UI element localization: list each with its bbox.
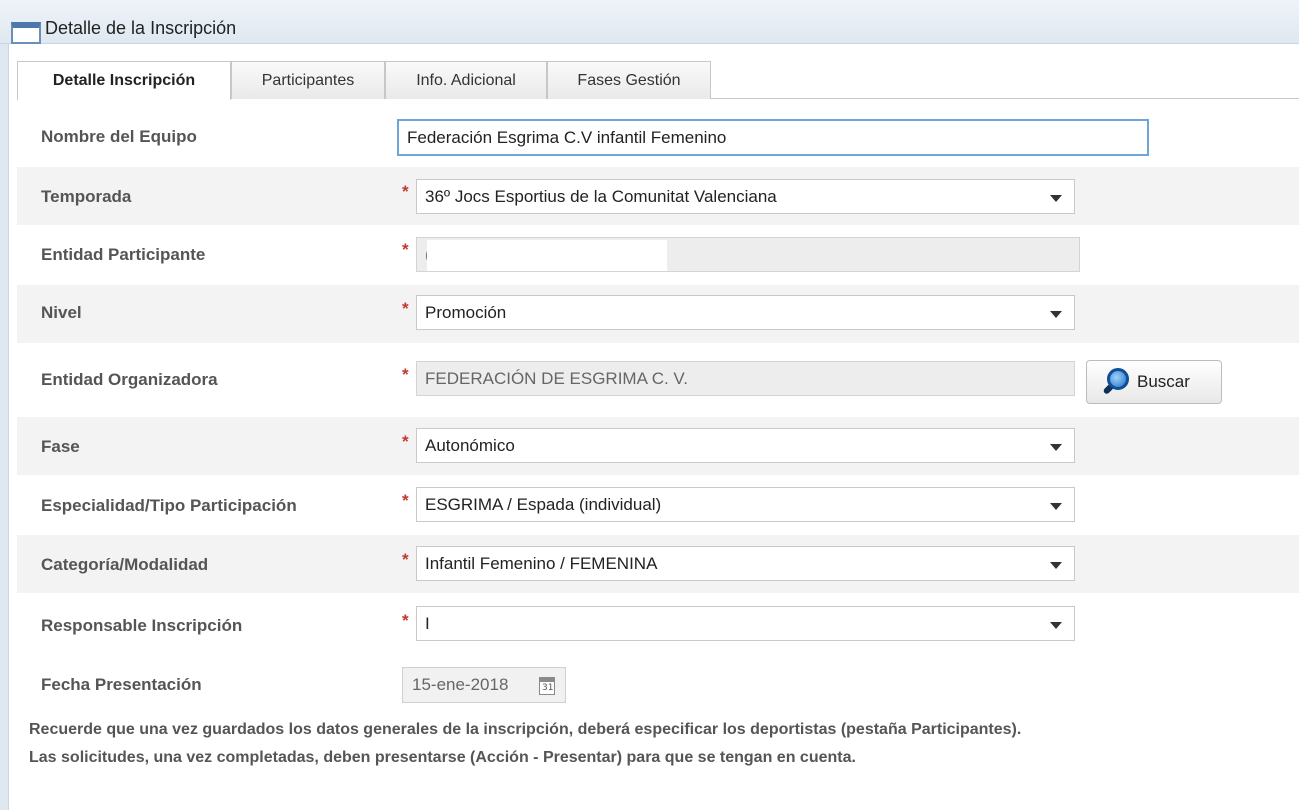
required-mark: * <box>402 611 409 630</box>
label-especialidad: Especialidad/Tipo Participación <box>41 496 297 515</box>
required-mark: * <box>402 491 409 510</box>
entidad-participante-field: ( <box>416 237 1080 272</box>
buscar-label: Buscar <box>1137 372 1190 391</box>
window-title: Detalle de la Inscripción <box>45 18 237 38</box>
chevron-down-icon <box>1050 310 1062 318</box>
chevron-down-icon <box>1050 502 1062 510</box>
search-icon <box>1101 366 1133 398</box>
info-notes: Recuerde que una vez guardados los datos… <box>29 716 1021 772</box>
entidad-organizadora-value: FEDERACIÓN DE ESGRIMA C. V. <box>425 368 688 388</box>
nombre-equipo-value: Federación Esgrima C.V infantil Femenino <box>407 127 727 147</box>
especialidad-select[interactable]: ESGRIMA / Espada (individual) <box>416 487 1075 522</box>
note-line: Las solicitudes, una vez completadas, de… <box>29 749 856 766</box>
temporada-select[interactable]: 36º Jocs Esportius de la Comunitat Valen… <box>416 179 1075 214</box>
responsable-select[interactable]: I <box>416 606 1075 641</box>
required-mark: * <box>402 432 409 451</box>
tab-strip: Detalle Inscripción Participantes Info. … <box>17 61 1299 100</box>
row-responsable: Responsable Inscripción * I <box>17 595 1299 657</box>
row-entidad-participante: Entidad Participante * ( <box>17 226 1299 284</box>
note-line: Recuerde que una vez guardados los datos… <box>29 721 1022 738</box>
left-rail <box>0 44 9 810</box>
tab-detalle-inscripcion[interactable]: Detalle Inscripción <box>17 61 231 100</box>
window-titlebar: Detalle de la Inscripción <box>0 0 1299 44</box>
label-responsable: Responsable Inscripción <box>41 616 243 635</box>
chevron-down-icon <box>1050 561 1062 569</box>
tab-info-adicional[interactable]: Info. Adicional <box>385 61 547 99</box>
tab-fases-gestion[interactable]: Fases Gestión <box>547 61 711 99</box>
label-entidad-organizadora: Entidad Organizadora <box>41 370 218 389</box>
row-nombre-equipo: Nombre del Equipo Federación Esgrima C.V… <box>17 108 1299 164</box>
fecha-value: 15-ene-2018 <box>412 675 509 694</box>
label-categoria: Categoría/Modalidad <box>41 555 209 574</box>
row-nivel: Nivel * Promoción <box>17 285 1299 343</box>
categoria-select[interactable]: Infantil Femenino / FEMENINA <box>416 546 1075 581</box>
responsable-value: I <box>425 613 430 633</box>
row-temporada: Temporada * 36º Jocs Esportius de la Com… <box>17 167 1299 225</box>
calendar-icon[interactable]: 31 <box>539 677 555 695</box>
entidad-organizadora-field: FEDERACIÓN DE ESGRIMA C. V. <box>416 361 1075 396</box>
redacted-area <box>427 240 667 271</box>
temporada-value: 36º Jocs Esportius de la Comunitat Valen… <box>425 186 777 206</box>
required-mark: * <box>402 550 409 569</box>
nivel-select[interactable]: Promoción <box>416 295 1075 330</box>
label-nombre-equipo: Nombre del Equipo <box>41 127 197 146</box>
fase-value: Autonómico <box>425 435 515 455</box>
chevron-down-icon <box>1050 621 1062 629</box>
tab-participantes[interactable]: Participantes <box>231 61 385 99</box>
row-categoria: Categoría/Modalidad * Infantil Femenino … <box>17 535 1299 593</box>
buscar-button[interactable]: Buscar <box>1086 360 1222 404</box>
label-fase: Fase <box>41 437 80 456</box>
required-mark: * <box>402 299 409 318</box>
categoria-value: Infantil Femenino / FEMENINA <box>425 553 658 573</box>
chevron-down-icon <box>1050 194 1062 202</box>
chevron-down-icon <box>1050 443 1062 451</box>
required-mark: * <box>402 365 409 384</box>
nivel-value: Promoción <box>425 302 507 322</box>
required-mark: * <box>402 182 409 201</box>
label-entidad-participante: Entidad Participante <box>41 245 206 264</box>
label-fecha: Fecha Presentación <box>41 675 202 694</box>
row-fecha: Fecha Presentación <box>17 660 1299 708</box>
nombre-equipo-input[interactable]: Federación Esgrima C.V infantil Femenino <box>397 119 1149 156</box>
label-nivel: Nivel <box>41 303 82 322</box>
window-icon <box>11 22 41 44</box>
label-temporada: Temporada <box>41 187 132 206</box>
row-especialidad: Especialidad/Tipo Participación * ESGRIM… <box>17 476 1299 534</box>
calendar-day: 31 <box>542 683 554 693</box>
fecha-presentacion-field: 15-ene-2018 31 <box>402 667 566 703</box>
row-fase: Fase * Autonómico <box>17 417 1299 475</box>
fase-select[interactable]: Autonómico <box>416 428 1075 463</box>
required-mark: * <box>402 240 409 259</box>
especialidad-value: ESGRIMA / Espada (individual) <box>425 494 662 514</box>
